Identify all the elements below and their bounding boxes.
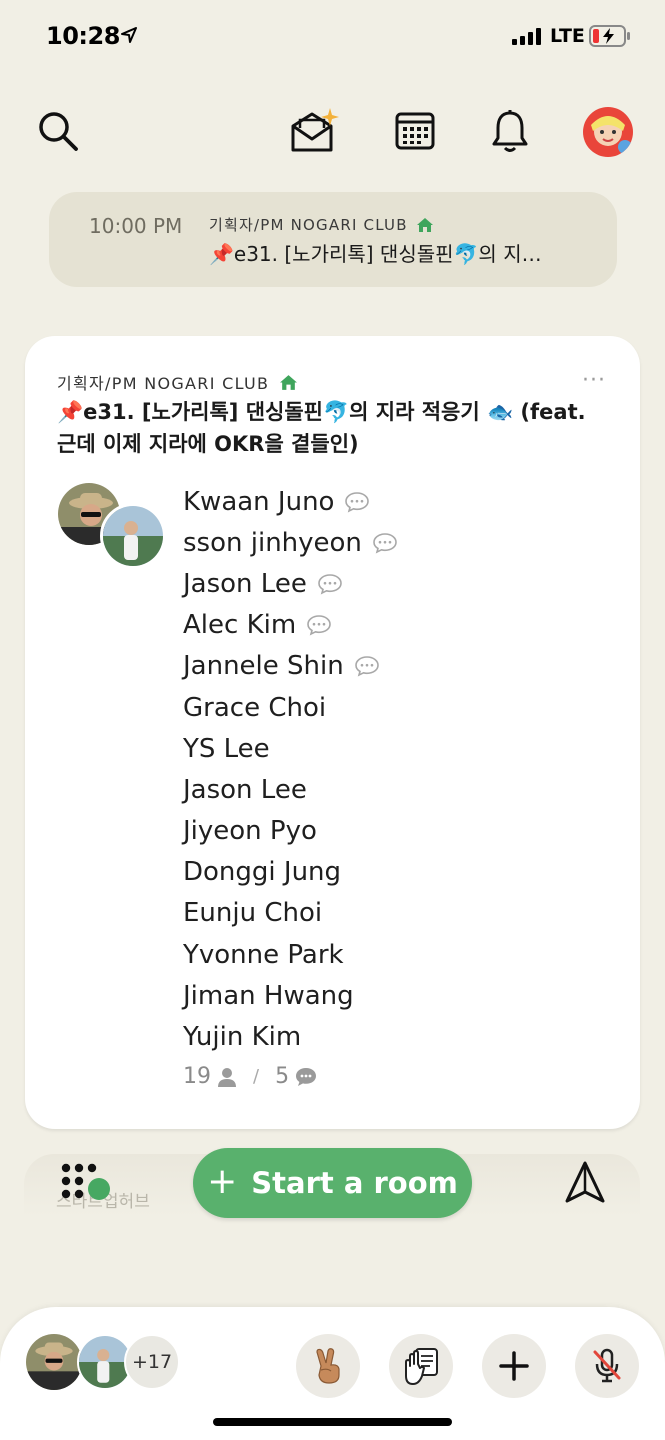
add-speaker-button[interactable] (482, 1334, 546, 1398)
status-bar: 10:28 LTE (0, 0, 665, 72)
speech-bubble-icon (373, 532, 397, 554)
speaker-item[interactable]: Grace Choi (183, 687, 398, 728)
speaker-item[interactable]: sson jinhyeon (183, 522, 398, 563)
upcoming-title: 📌e31. [노가리톡] 댄싱돌핀🐬의 지… (209, 242, 542, 266)
upcoming-club: 기획자/PM NOGARI CLUB (209, 214, 434, 235)
mute-toggle-button[interactable] (575, 1334, 639, 1398)
battery-charging-icon (589, 25, 630, 47)
speech-bubble-icon (307, 615, 331, 636)
peace-reaction-button[interactable] (296, 1334, 360, 1398)
room-club[interactable]: 기획자/PM NOGARI CLUB (57, 370, 298, 394)
speaker-name: Yujin Kim (183, 1022, 302, 1053)
search-icon (39, 112, 78, 151)
speaker-name: sson jinhyeon (183, 527, 362, 558)
speaker-name: Grace Choi (183, 692, 327, 723)
mic-muted-icon (593, 1348, 621, 1383)
status-time: 10:28 (46, 22, 120, 50)
speaker-name: YS Lee (183, 733, 270, 764)
speaker-name: Jason Lee (183, 774, 307, 805)
peace-hand-icon (316, 1348, 340, 1384)
start-room-button[interactable]: + Start a room (193, 1148, 472, 1218)
speaker-item[interactable]: Jiman Hwang (183, 975, 398, 1016)
avatar[interactable] (100, 503, 166, 569)
search-button[interactable] (35, 108, 81, 154)
top-navigation (0, 100, 665, 164)
speaker-name: Jason Lee (183, 568, 307, 599)
speaker-item[interactable]: Yujin Kim (183, 1016, 398, 1057)
speaker-count: 5 (275, 1064, 290, 1089)
speaker-item[interactable]: Kwaan Juno (183, 481, 398, 522)
speaker-item[interactable]: Yvonne Park (183, 934, 398, 975)
speaker-item[interactable]: Jason Lee (183, 769, 398, 810)
speaker-item[interactable]: YS Lee (183, 728, 398, 769)
network-label: LTE (550, 25, 585, 47)
room-card[interactable]: 기획자/PM NOGARI CLUB ··· 📌e31. [노가리톡] 댄싱돌핀… (25, 336, 640, 1129)
start-room-label: Start a room (251, 1166, 458, 1200)
plus-icon: + (207, 1161, 238, 1202)
bell-icon (492, 110, 528, 152)
explore-grid-button[interactable] (61, 1163, 113, 1205)
invite-button[interactable] (288, 106, 344, 156)
speaker-name: Kwaan Juno (183, 486, 335, 517)
speaker-item[interactable]: Donggi Jung (183, 852, 398, 893)
speaker-name: Eunju Choi (183, 898, 323, 929)
speaker-name: Alec Kim (183, 610, 297, 641)
more-participants-badge[interactable]: +17 (124, 1334, 180, 1390)
speaker-name: Yvonne Park (183, 939, 344, 970)
signal-icon (512, 27, 541, 45)
upcoming-time: 10:00 PM (89, 214, 183, 238)
speaker-item[interactable]: Eunju Choi (183, 893, 398, 934)
chat-bubble-icon (296, 1067, 317, 1086)
profile-avatar[interactable] (583, 107, 633, 157)
calendar-button[interactable] (392, 108, 438, 154)
location-arrow-icon (121, 27, 137, 43)
count-separator: / (253, 1066, 260, 1087)
upcoming-room-card[interactable]: 10:00 PM 기획자/PM NOGARI CLUB 📌e31. [노가리톡]… (49, 192, 617, 287)
speaker-name: Donggi Jung (183, 857, 342, 888)
upcoming-club-name: 기획자/PM NOGARI CLUB (209, 216, 408, 234)
speech-bubble-icon (345, 491, 370, 513)
speaker-name: Jiman Hwang (183, 980, 354, 1011)
speaker-item[interactable]: Jiyeon Pyo (183, 811, 398, 852)
speech-bubble-icon (318, 574, 342, 595)
listener-count: 19 (183, 1064, 211, 1089)
club-home-icon (416, 217, 433, 232)
paper-plane-icon (565, 1161, 605, 1203)
dots-grid-icon (61, 1163, 110, 1200)
room-club-name: 기획자/PM NOGARI CLUB (57, 374, 270, 393)
raise-hand-icon (405, 1348, 438, 1385)
person-icon (218, 1067, 236, 1087)
room-counts: 19 / 5 (183, 1064, 317, 1089)
club-home-icon (280, 374, 298, 390)
speaker-item[interactable]: Alec Kim (183, 605, 398, 646)
calendar-icon (395, 112, 435, 150)
more-options-button[interactable]: ··· (582, 368, 606, 393)
home-indicator (213, 1418, 452, 1426)
invite-envelope-icon (291, 108, 339, 152)
add-icon (499, 1351, 529, 1381)
speaker-item[interactable]: Jannele Shin (183, 646, 398, 687)
speaker-name: Jannele Shin (183, 651, 344, 682)
send-ping-button[interactable] (563, 1160, 607, 1210)
notifications-button[interactable] (487, 106, 533, 156)
moderator-avatars (56, 481, 166, 571)
speaker-item[interactable]: Jason Lee (183, 563, 398, 604)
avatar[interactable] (26, 1334, 82, 1390)
speaker-list: Kwaan Juno sson jinhyeon Jason Lee Alec Kim… (183, 481, 398, 1058)
speaker-name: Jiyeon Pyo (183, 816, 317, 847)
room-title: 📌e31. [노가리톡] 댄싱돌핀🐬의 지라 적응기 🐟 (feat. 근데 이… (57, 400, 586, 456)
raise-hand-button[interactable] (389, 1334, 453, 1398)
speech-bubble-icon (354, 656, 379, 677)
